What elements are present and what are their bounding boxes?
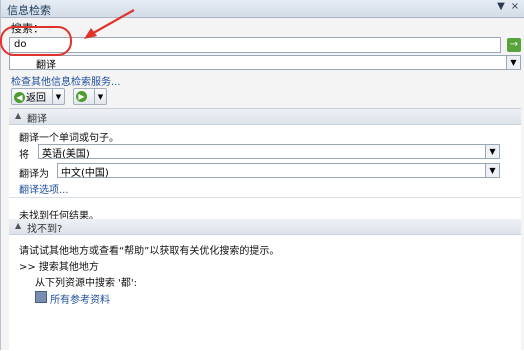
all-references-link[interactable]: 所有参考资料 [50, 291, 110, 306]
not-found-section-title: 找不到? [27, 224, 63, 235]
results-panel: ▲ 翻译 翻译一个单词或句子。 将 英语(美国) ▼ 翻译为 中文(中国) ▼ … [9, 108, 521, 351]
forward-dropdown-icon[interactable]: ▼ [94, 89, 106, 104]
forward-arrow-icon: ▶ [76, 91, 87, 102]
collapse-icon: ▲ [15, 111, 22, 120]
divider [9, 197, 521, 198]
to-language-value: 中文(中国) [61, 168, 109, 179]
pane-title: 信息检索 [7, 4, 51, 17]
search-label: 搜索： [11, 22, 44, 35]
go-arrow-icon: → [509, 39, 519, 50]
search-input[interactable]: do [9, 37, 501, 53]
search-hint-text: 请试试其他地方或查看“帮助”以获取有关优化搜索的提示。 [19, 246, 280, 257]
chevron-down-icon[interactable]: ▼ [485, 145, 499, 158]
service-select-value: 翻译 [36, 60, 56, 71]
pane-close-icon[interactable]: × [509, 1, 521, 12]
search-sources-text: 从下列资源中搜索 '都': [35, 278, 138, 289]
chevron-down-icon[interactable]: ▼ [506, 56, 520, 69]
translation-options-link[interactable]: 翻译选项... [19, 181, 69, 196]
other-services-link[interactable]: 检查其他信息检索服务... [11, 73, 121, 88]
pane-menu-icon[interactable]: ▼ [495, 1, 507, 12]
collapse-icon: ▲ [15, 221, 22, 230]
from-language-label: 将 [19, 150, 29, 161]
chevron-down-icon[interactable]: ▼ [485, 164, 499, 177]
to-language-select[interactable]: 中文(中国) ▼ [57, 163, 500, 179]
search-elsewhere-text: >> 搜索其他地方 [19, 262, 99, 273]
research-pane: 信息检索 ▼ × 搜索： do → 翻译 ▼ 检查其他信息检索服务... ◀ 返回… [0, 0, 524, 351]
reference-books-icon [35, 291, 47, 303]
translate-prompt: 翻译一个单词或句子。 [19, 133, 119, 144]
pane-titlebar: 信息检索 ▼ × [1, 0, 524, 18]
from-language-value: 英语(美国) [42, 149, 90, 160]
from-language-select[interactable]: 英语(美国) ▼ [38, 144, 500, 160]
not-found-section-header[interactable]: ▲ 找不到? [9, 219, 521, 235]
back-button-label: 返回 [26, 93, 46, 104]
translate-section-header[interactable]: ▲ 翻译 [9, 109, 521, 125]
translate-section-title: 翻译 [27, 114, 47, 125]
back-arrow-icon: ◀ [14, 92, 25, 103]
forward-button[interactable]: ▶ ▼ [73, 88, 107, 105]
back-dropdown-icon[interactable]: ▼ [52, 89, 64, 104]
start-search-button[interactable]: → [507, 38, 521, 52]
service-select[interactable]: 翻译 ▼ [9, 55, 521, 71]
back-button[interactable]: ◀ 返回 ▼ [11, 88, 65, 105]
to-language-label: 翻译为 [19, 169, 49, 180]
